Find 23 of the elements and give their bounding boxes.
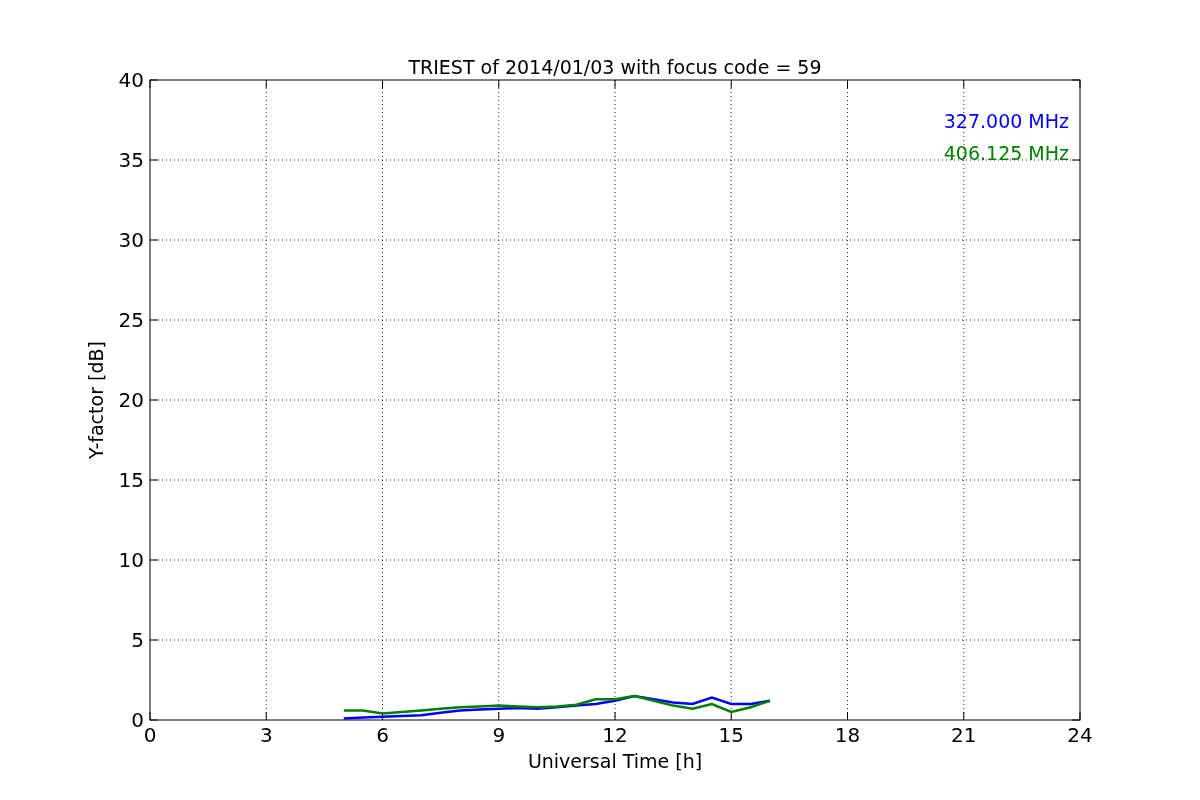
x-tick-label: 15 [718,723,744,747]
y-tick-label: 40 [118,68,144,92]
x-axis-label: Universal Time [h] [527,750,703,772]
x-tick-label: 18 [834,723,861,747]
y-tick-label: 15 [118,468,144,492]
y-tick-label: 0 [131,708,144,732]
y-tick-label: 35 [118,148,144,172]
legend-label: 327.000 MHz [943,110,1069,132]
x-tick-label: 24 [1067,723,1093,747]
legend-label: 406.125 MHz [943,142,1069,164]
y-tick-label: 25 [118,308,144,332]
y-tick-label: 30 [118,228,144,252]
x-tick-label: 0 [143,723,157,747]
y-tick-label: 10 [118,548,144,572]
x-tick-label: 3 [259,723,273,747]
y-tick-label: 5 [131,628,144,652]
y-axis-label: Y-factor [dB] [85,341,107,459]
x-tick-label: 6 [376,723,389,747]
x-tick-label: 12 [602,723,628,747]
x-tick-label: 9 [492,723,506,747]
x-tick-label: 21 [951,723,977,747]
y-tick-label: 20 [118,388,144,412]
chart-title: TRIEST of 2014/01/03 with focus code = 59 [408,56,822,78]
